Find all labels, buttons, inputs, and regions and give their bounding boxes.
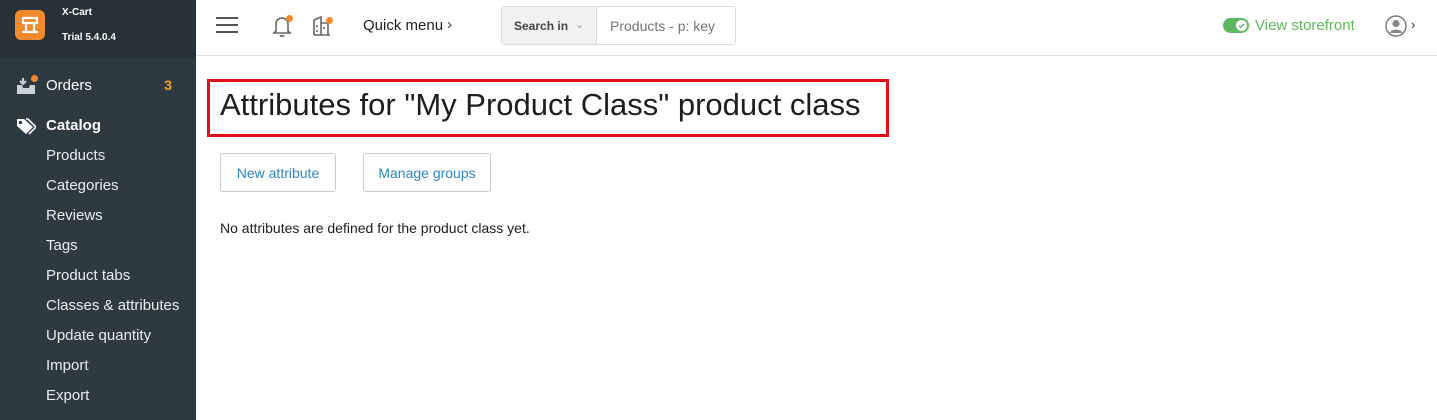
- tags-icon: [16, 117, 38, 135]
- hamburger-menu-icon[interactable]: [216, 15, 238, 35]
- notification-dot: [286, 15, 293, 22]
- orders-icon: [16, 75, 38, 95]
- bell-icon[interactable]: [272, 14, 294, 38]
- quick-menu[interactable]: Quick menu: [363, 17, 443, 34]
- new-attribute-button[interactable]: New attribute: [220, 153, 336, 192]
- chevron-down-icon: ⌄: [575, 19, 585, 31]
- brand-header: X-Cart Trial 5.4.0.4: [0, 0, 196, 58]
- storefront-chart-icon[interactable]: [312, 14, 334, 38]
- sidebar-subitem-update-quantity[interactable]: Update quantity: [46, 327, 151, 344]
- sidebar-subitem-reviews[interactable]: Reviews: [46, 207, 103, 224]
- sidebar-subitem-product-tabs[interactable]: Product tabs: [46, 267, 130, 284]
- view-storefront-link[interactable]: View storefront: [1255, 17, 1355, 34]
- sidebar: X-Cart Trial 5.4.0.4 Orders 3 Catalog Pr…: [0, 0, 196, 420]
- manage-groups-button[interactable]: Manage groups: [363, 153, 491, 192]
- page-title: Attributes for "My Product Class" produc…: [220, 87, 861, 122]
- search-scope-label: Search in: [514, 19, 569, 33]
- storefront-toggle[interactable]: [1223, 18, 1249, 33]
- empty-state-message: No attributes are defined for the produc…: [220, 220, 530, 236]
- top-header: Quick menu › Search in ⌄ View storefront…: [196, 0, 1437, 56]
- sidebar-subitem-tags[interactable]: Tags: [46, 237, 78, 254]
- orders-notification-dot: [31, 75, 38, 82]
- xcart-logo-icon[interactable]: [15, 10, 45, 40]
- sidebar-item-catalog[interactable]: Catalog: [0, 111, 196, 141]
- chevron-right-icon[interactable]: ›: [1411, 17, 1415, 32]
- search-scope-dropdown[interactable]: Search in ⌄: [502, 7, 597, 44]
- brand-name: X-Cart: [62, 7, 93, 18]
- user-avatar-icon[interactable]: [1385, 15, 1407, 37]
- sidebar-item-label: Orders: [46, 77, 92, 94]
- sidebar-item-label: Catalog: [46, 117, 102, 134]
- search-input[interactable]: [598, 7, 735, 44]
- notification-dot: [326, 17, 333, 24]
- sidebar-subitem-categories[interactable]: Categories: [46, 177, 119, 194]
- orders-count-badge: 3: [164, 77, 172, 93]
- sidebar-subitem-import[interactable]: Import: [46, 357, 89, 374]
- search-box: Search in ⌄: [501, 6, 736, 45]
- sidebar-subitem-export[interactable]: Export: [46, 387, 89, 404]
- chevron-right-icon[interactable]: ›: [447, 16, 452, 33]
- sidebar-subitem-products[interactable]: Products: [46, 147, 105, 164]
- toggle-knob: [1236, 20, 1247, 31]
- sidebar-item-orders[interactable]: Orders 3: [0, 71, 196, 101]
- brand-version: Trial 5.4.0.4: [62, 32, 116, 43]
- sidebar-subitem-classes-attributes[interactable]: Classes & attributes: [46, 297, 179, 314]
